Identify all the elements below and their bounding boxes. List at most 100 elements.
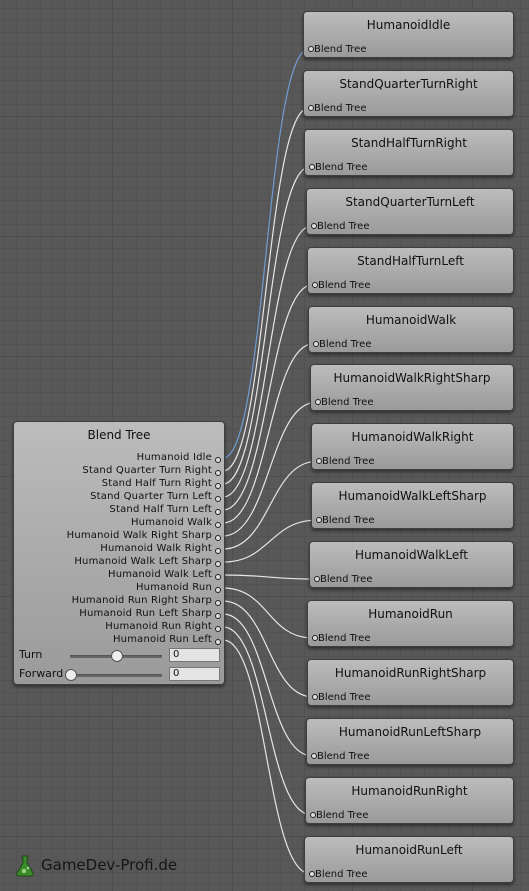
param-forward-label: Forward xyxy=(19,667,64,680)
motion-title: HumanoidRun xyxy=(368,607,453,621)
blend-output-port[interactable] xyxy=(215,600,221,606)
motion-node[interactable]: HumanoidIdle Blend Tree xyxy=(303,11,514,58)
blend-output-port[interactable] xyxy=(215,548,221,554)
motion-title: StandHalfTurnRight xyxy=(351,135,467,150)
motion-subtitle: Blend Tree xyxy=(320,574,373,586)
connection-wire xyxy=(222,225,313,498)
motion-node[interactable]: HumanoidWalkLeft Blend Tree xyxy=(309,541,514,589)
blend-output-port[interactable] xyxy=(215,574,221,580)
blend-output-label: Humanoid Run Left Sharp xyxy=(79,608,212,619)
motion-title: HumanoidWalkLeft xyxy=(355,548,468,563)
blend-output-label: Humanoid Walk Right Sharp xyxy=(66,530,212,541)
motion-title: HumanoidIdle xyxy=(366,18,451,32)
connection-wire xyxy=(222,166,311,485)
connection-wire xyxy=(222,401,317,537)
blend-output-port[interactable] xyxy=(215,639,221,645)
param-forward-field[interactable]: 0 xyxy=(169,667,220,681)
motion-title: HumanoidRunLeft xyxy=(355,842,463,857)
logo-text: GameDev-Profi.de xyxy=(41,856,178,874)
motion-subtitle: Blend Tree xyxy=(315,161,368,173)
connection-wire xyxy=(222,574,316,580)
motion-node[interactable]: HumanoidRun Blend Tree xyxy=(307,600,514,647)
blend-output-port[interactable] xyxy=(215,613,221,619)
blend-output-label: Humanoid Walk Left xyxy=(107,569,212,580)
motion-title: HumanoidRunRight xyxy=(351,783,468,798)
blend-output-label: Stand Half Turn Right xyxy=(101,478,212,489)
blend-output-label: Humanoid Run Right Sharp xyxy=(71,595,212,606)
blend-output-port[interactable] xyxy=(215,483,221,489)
blend-output-label: Humanoid Idle xyxy=(136,452,212,463)
blend-output-port[interactable] xyxy=(215,587,221,593)
flask-icon xyxy=(16,855,34,877)
motion-title: HumanoidWalkRight xyxy=(351,430,474,445)
blend-output-port[interactable] xyxy=(215,535,221,541)
motion-node[interactable]: StandHalfTurnLeft Blend Tree xyxy=(307,246,514,294)
blend-output-port[interactable] xyxy=(215,509,221,515)
connection-wire xyxy=(222,284,314,511)
connection-wire xyxy=(222,342,315,524)
param-turn-label: Turn xyxy=(19,648,43,661)
blend-output-port[interactable] xyxy=(215,522,221,528)
blend-tree-title: Blend Tree xyxy=(87,428,151,442)
connection-wire xyxy=(222,600,314,698)
motion-node[interactable]: HumanoidWalkRight Blend Tree xyxy=(311,423,514,471)
motion-title: StandQuarterTurnLeft xyxy=(345,194,475,209)
motion-node[interactable]: HumanoidRunLeftSharp Blend Tree xyxy=(306,717,514,765)
blend-output-label: Stand Quarter Turn Right xyxy=(82,465,212,476)
motion-node[interactable]: HumanoidRunRightSharp Blend Tree xyxy=(307,658,514,706)
blend-output-label: Stand Quarter Turn Left xyxy=(90,491,212,502)
connection-wire xyxy=(222,107,310,472)
connection-wire xyxy=(222,48,310,459)
motion-subtitle: Blend Tree xyxy=(317,220,370,232)
motion-subtitle: Blend Tree xyxy=(315,868,368,880)
connection-wire xyxy=(222,626,312,816)
connection-wire xyxy=(222,519,318,563)
motion-subtitle: Blend Tree xyxy=(321,397,374,409)
param-forward-slider[interactable] xyxy=(70,674,162,677)
blend-output-label: Humanoid Walk Left Sharp xyxy=(74,556,212,567)
blend-output-label: Humanoid Walk Right xyxy=(100,543,212,554)
connection-wire xyxy=(222,639,311,875)
motion-subtitle: Blend Tree xyxy=(322,456,375,468)
motion-subtitle: Blend Tree xyxy=(318,279,371,291)
blend-output-label: Humanoid Walk xyxy=(130,517,212,528)
param-turn-slider-thumb[interactable] xyxy=(111,650,123,662)
blend-output-port[interactable] xyxy=(215,457,221,463)
motion-node[interactable]: HumanoidWalkRightSharp Blend Tree xyxy=(310,364,514,412)
blend-tree-node[interactable]: Blend Tree Humanoid Idle Stand Quarter Tu… xyxy=(13,421,225,685)
motion-title: HumanoidRunLeftSharp xyxy=(338,724,482,739)
connection-wire xyxy=(222,460,318,550)
param-forward-slider-thumb[interactable] xyxy=(65,669,77,681)
motion-node[interactable]: HumanoidRunRight Blend Tree xyxy=(305,776,514,824)
motion-subtitle: Blend Tree xyxy=(319,338,372,350)
blend-output-port[interactable] xyxy=(215,626,221,632)
motion-subtitle: Blend Tree xyxy=(318,633,371,644)
connection-wire xyxy=(222,613,313,757)
motion-subtitle: Blend Tree xyxy=(318,691,371,703)
motion-node[interactable]: StandQuarterTurnRight Blend Tree xyxy=(303,69,514,117)
blend-output-label: Humanoid Run Left xyxy=(112,634,212,645)
motion-subtitle: Blend Tree xyxy=(316,809,369,821)
motion-subtitle: Blend Tree xyxy=(314,102,367,114)
motion-node[interactable]: HumanoidRunLeft Blend Tree xyxy=(304,835,514,883)
motion-node[interactable]: HumanoidWalkLeftSharp Blend Tree xyxy=(311,482,514,530)
motion-title: StandHalfTurnLeft xyxy=(357,253,464,268)
motion-title: StandQuarterTurnRight xyxy=(339,76,478,91)
blend-output-port[interactable] xyxy=(215,470,221,476)
motion-title: HumanoidRunRightSharp xyxy=(334,665,487,680)
blend-output-label: Humanoid Run Right xyxy=(105,621,212,632)
connection-wire xyxy=(222,587,314,639)
motion-title: HumanoidWalk xyxy=(365,312,457,327)
motion-subtitle: Blend Tree xyxy=(314,44,367,55)
motion-node[interactable]: StandHalfTurnRight Blend Tree xyxy=(304,128,514,176)
motion-node[interactable]: HumanoidWalk Blend Tree xyxy=(308,305,514,353)
blend-output-label: Stand Half Turn Left xyxy=(109,504,212,515)
motion-title: HumanoidWalkRightSharp xyxy=(333,371,491,386)
blend-output-port[interactable] xyxy=(215,561,221,567)
param-turn-field[interactable]: 0 xyxy=(169,648,220,662)
blend-output-port[interactable] xyxy=(215,496,221,502)
motion-node[interactable]: StandQuarterTurnLeft Blend Tree xyxy=(306,187,514,235)
blend-output-label: Humanoid Run xyxy=(135,582,212,593)
motion-title: HumanoidWalkLeftSharp xyxy=(338,489,487,504)
motion-subtitle: Blend Tree xyxy=(317,750,370,762)
